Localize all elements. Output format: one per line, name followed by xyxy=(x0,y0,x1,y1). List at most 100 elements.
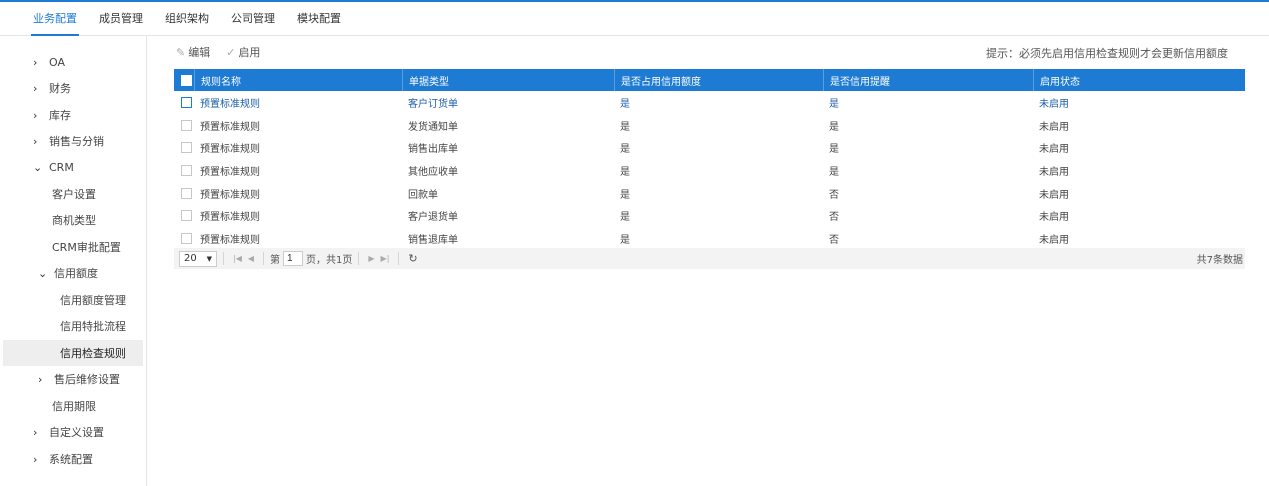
first-page-icon[interactable]: |◀ xyxy=(233,254,242,263)
cell-occupy-credit: 是 xyxy=(620,189,630,201)
cell-status: 未启用 xyxy=(1039,98,1069,110)
cell-occupy-credit: 是 xyxy=(620,98,630,110)
sidebar-item-credit-special-approval[interactable]: 信用特批流程 xyxy=(3,313,143,339)
chevron-right-icon: › xyxy=(33,134,38,148)
sidebar-item-crm[interactable]: ⌄ CRM xyxy=(3,154,143,180)
chevron-down-icon: ⌄ xyxy=(33,160,43,174)
cell-document-type: 回款单 xyxy=(408,189,438,201)
table-row[interactable]: 预置标准规则 其他应收单 是 是 未启用 xyxy=(174,159,1245,182)
sidebar-item-finance[interactable]: › 财务 xyxy=(3,75,143,101)
sidebar-item-oa[interactable]: › OA xyxy=(3,49,143,75)
select-all-checkbox[interactable] xyxy=(180,74,192,86)
sidebar-item-opportunity-types[interactable]: 商机类型 xyxy=(3,207,143,233)
table-row[interactable]: 预置标准规则 销售出库单 是 是 未启用 xyxy=(174,136,1245,159)
page-size-value: 20 xyxy=(184,253,197,264)
row-select-cell xyxy=(174,114,194,137)
table-row[interactable]: 预置标准规则 客户订货单 是 是 未启用 xyxy=(174,91,1245,114)
sidebar-item-custom-settings[interactable]: › 自定义设置 xyxy=(3,419,143,445)
tab-member-management[interactable]: 成员管理 xyxy=(99,2,143,35)
chevron-right-icon: › xyxy=(33,81,38,95)
cell-rule-name: 预置标准规则 xyxy=(200,212,260,224)
sidebar-item-label: 系统配置 xyxy=(49,453,93,466)
sidebar-item-credit-limit[interactable]: ⌄ 信用额度 xyxy=(3,260,143,286)
divider xyxy=(358,252,360,265)
enable-button[interactable]: ✓ 启用 xyxy=(226,44,260,60)
next-page-icon[interactable]: ▶ xyxy=(368,254,374,263)
sidebar-item-after-sales-repair[interactable]: › 售后维修设置 xyxy=(3,366,143,392)
refresh-icon[interactable]: ↻ xyxy=(408,252,417,265)
cell-document-type: 销售出库单 xyxy=(408,144,458,156)
sidebar-item-credit-limit-management[interactable]: 信用额度管理 xyxy=(3,287,143,313)
cell-document-type: 发货通知单 xyxy=(408,121,458,133)
cell-credit-reminder: 否 xyxy=(829,234,839,246)
column-header-occupy-credit[interactable]: 是否占用信用额度 xyxy=(614,69,823,91)
cell-credit-reminder: 否 xyxy=(829,212,839,224)
sidebar-item-inventory[interactable]: › 库存 xyxy=(3,102,143,128)
cell-status: 未启用 xyxy=(1039,212,1069,224)
tab-organization[interactable]: 组织架构 xyxy=(165,2,209,35)
sidebar-item-customer-settings[interactable]: 客户设置 xyxy=(3,181,143,207)
cell-occupy-credit: 是 xyxy=(620,166,630,178)
column-header-document-type[interactable]: 单据类型 xyxy=(402,69,614,91)
cell-rule-name: 预置标准规则 xyxy=(200,189,260,201)
sidebar-item-label: 商机类型 xyxy=(52,214,96,227)
table-row[interactable]: 预置标准规则 销售退库单 是 否 未启用 xyxy=(174,227,1245,250)
chevron-right-icon: › xyxy=(33,108,38,122)
sidebar-item-label: 客户设置 xyxy=(52,188,96,201)
sidebar-item-credit-term[interactable]: 信用期限 xyxy=(3,393,143,419)
sidebar-item-label: 信用检查规则 xyxy=(60,347,126,360)
cell-status: 未启用 xyxy=(1039,189,1069,201)
cell-credit-reminder: 是 xyxy=(829,144,839,156)
cell-rule-name: 预置标准规则 xyxy=(200,121,260,133)
edit-button[interactable]: ✎ 编辑 xyxy=(176,44,210,60)
row-checkbox[interactable] xyxy=(180,187,192,199)
page-number-input[interactable] xyxy=(283,251,304,266)
edit-button-label: 编辑 xyxy=(188,46,211,59)
cell-occupy-credit: 是 xyxy=(620,121,630,133)
cell-document-type: 客户订货单 xyxy=(408,98,458,110)
sidebar-item-label: CRM审批配置 xyxy=(52,241,121,254)
row-checkbox[interactable] xyxy=(180,142,192,154)
pencil-icon: ✎ xyxy=(176,45,186,59)
row-select-cell xyxy=(174,204,194,227)
tab-business-config[interactable]: 业务配置 xyxy=(31,2,79,36)
tab-company-management[interactable]: 公司管理 xyxy=(231,2,275,35)
page-size-select[interactable]: 20 ▼ xyxy=(179,250,217,267)
sidebar-item-label: 信用特批流程 xyxy=(60,320,126,333)
cell-credit-reminder: 是 xyxy=(829,98,839,110)
top-navigation-bar: 业务配置 成员管理 组织架构 公司管理 模块配置 xyxy=(0,0,1269,36)
last-page-icon[interactable]: ▶| xyxy=(381,254,390,263)
divider xyxy=(223,252,224,265)
row-select-cell xyxy=(174,91,194,114)
cell-credit-reminder: 是 xyxy=(829,166,839,178)
sidebar-item-label: 自定义设置 xyxy=(49,426,104,439)
cell-rule-name: 预置标准规则 xyxy=(200,144,260,156)
row-checkbox[interactable] xyxy=(180,164,192,176)
cell-rule-name: 预置标准规则 xyxy=(200,98,260,110)
row-select-cell xyxy=(174,227,194,250)
column-header-rule-name[interactable]: 规则名称 xyxy=(194,69,402,91)
page-prefix: 第 xyxy=(270,255,281,266)
sidebar-item-label: CRM xyxy=(49,160,74,174)
divider xyxy=(263,252,265,265)
sidebar-item-crm-approval[interactable]: CRM审批配置 xyxy=(3,234,143,260)
rules-table: 规则名称 单据类型 是否占用信用额度 是否信用提醒 启用状态 预置标准规则 客户… xyxy=(174,69,1245,250)
row-checkbox[interactable] xyxy=(180,210,192,222)
column-header-status[interactable]: 启用状态 xyxy=(1033,69,1245,91)
sidebar-item-system-config[interactable]: › 系统配置 xyxy=(3,446,143,472)
table-row[interactable]: 预置标准规则 发货通知单 是 是 未启用 xyxy=(174,114,1245,137)
row-checkbox[interactable] xyxy=(180,232,192,244)
sidebar-item-sales[interactable]: › 销售与分销 xyxy=(3,128,143,154)
row-checkbox[interactable] xyxy=(180,119,192,131)
prev-page-icon[interactable]: ◀ xyxy=(248,254,254,263)
toolbar: ✎ 编辑 ✓ 启用 xyxy=(176,44,276,60)
column-header-credit-reminder[interactable]: 是否信用提醒 xyxy=(823,69,1033,91)
sidebar-item-credit-check-rules[interactable]: 信用检查规则 xyxy=(3,340,143,366)
chevron-right-icon: › xyxy=(33,452,38,466)
cell-credit-reminder: 是 xyxy=(829,121,839,133)
table-row[interactable]: 预置标准规则 客户退货单 是 否 未启用 xyxy=(174,204,1245,227)
table-row[interactable]: 预置标准规则 回款单 是 否 未启用 xyxy=(174,182,1245,205)
row-checkbox[interactable] xyxy=(180,96,192,108)
cell-occupy-credit: 是 xyxy=(620,144,630,156)
tab-module-config[interactable]: 模块配置 xyxy=(297,2,341,35)
